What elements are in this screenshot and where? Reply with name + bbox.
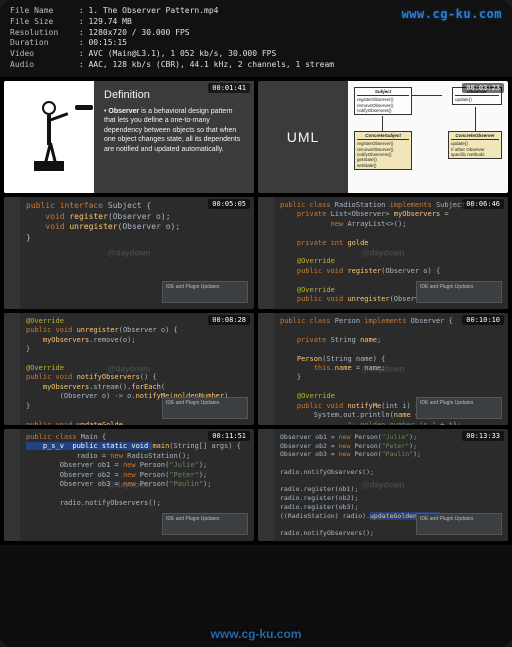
media-info-header: www.cg-ku.com File Name : 1. The Observe… bbox=[0, 0, 512, 77]
ide-popup: IDE and Plugin Updates bbox=[416, 513, 502, 535]
timestamp-8: 00:13:33 bbox=[462, 431, 504, 441]
mi-video-label: Video bbox=[10, 49, 74, 60]
thumb-4: public class RadioStation implements Sub… bbox=[258, 197, 508, 309]
ide-popup: IDE and Plugin Updates bbox=[162, 513, 248, 535]
timestamp-2: 00:03:23 bbox=[462, 83, 504, 93]
mi-resolution-value: 1280x720 / 30.000 FPS bbox=[88, 28, 189, 37]
watermark-top: www.cg-ku.com bbox=[402, 6, 502, 22]
timestamp-7: 00:11:51 bbox=[208, 431, 250, 441]
ide-popup: IDE and Plugin Updates bbox=[416, 397, 502, 419]
timestamp-6: 00:10:10 bbox=[462, 315, 504, 325]
thumb-7: public class Main { p_s_v public static … bbox=[4, 429, 254, 541]
timestamp-3: 00:05:05 bbox=[208, 199, 250, 209]
thumb-6: public class Person implements Observer … bbox=[258, 313, 508, 425]
mi-filename-value: 1. The Observer Pattern.mp4 bbox=[88, 6, 218, 15]
timestamp-5: 00:08:28 bbox=[208, 315, 250, 325]
timestamp-4: 00:06:46 bbox=[462, 199, 504, 209]
thumb-3: public interface Subject { void register… bbox=[4, 197, 254, 309]
watermark-bottom: www.cg-ku.com bbox=[211, 627, 302, 641]
ide-popup: IDE and Plugin Updates bbox=[416, 281, 502, 303]
mi-video-value: AVC (Main@L3.1), 1 052 kb/s, 30.000 FPS bbox=[88, 49, 276, 58]
mi-filename-label: File Name bbox=[10, 6, 74, 17]
thumb-8: Observer ob1 = new Person("Julie"); Obse… bbox=[258, 429, 508, 541]
thumb-1: Definition • Observer is a behavioral de… bbox=[4, 81, 254, 193]
ide-popup: IDE and Plugin Updates bbox=[162, 397, 248, 419]
mi-audio-label: Audio bbox=[10, 60, 74, 71]
thumb-5: @Override public void unregister(Observe… bbox=[4, 313, 254, 425]
mi-duration-label: Duration bbox=[10, 38, 74, 49]
mi-audio-value: AAC, 128 kb/s (CBR), 44.1 kHz, 2 channel… bbox=[88, 60, 334, 69]
mi-filesize-value: 129.74 MB bbox=[88, 17, 131, 26]
timestamp-1: 00:01:41 bbox=[208, 83, 250, 93]
video-thumbnail-sheet: www.cg-ku.com File Name : 1. The Observe… bbox=[0, 0, 512, 647]
mi-filesize-label: File Size bbox=[10, 17, 74, 28]
thumb-2: UML Subject registerObserver() removeObs… bbox=[258, 81, 508, 193]
ide-popup: IDE and Plugin Updates bbox=[162, 281, 248, 303]
thumbnail-grid: Definition • Observer is a behavioral de… bbox=[0, 77, 512, 545]
mi-resolution-label: Resolution bbox=[10, 28, 74, 39]
mi-duration-value: 00:15:15 bbox=[88, 38, 127, 47]
observer-illustration bbox=[4, 81, 94, 193]
uml-diagram: Subject registerObserver() removeObserve… bbox=[348, 81, 508, 193]
uml-label: UML bbox=[258, 81, 348, 193]
definition-body: • Observer is a behavioral design patter… bbox=[104, 107, 244, 154]
